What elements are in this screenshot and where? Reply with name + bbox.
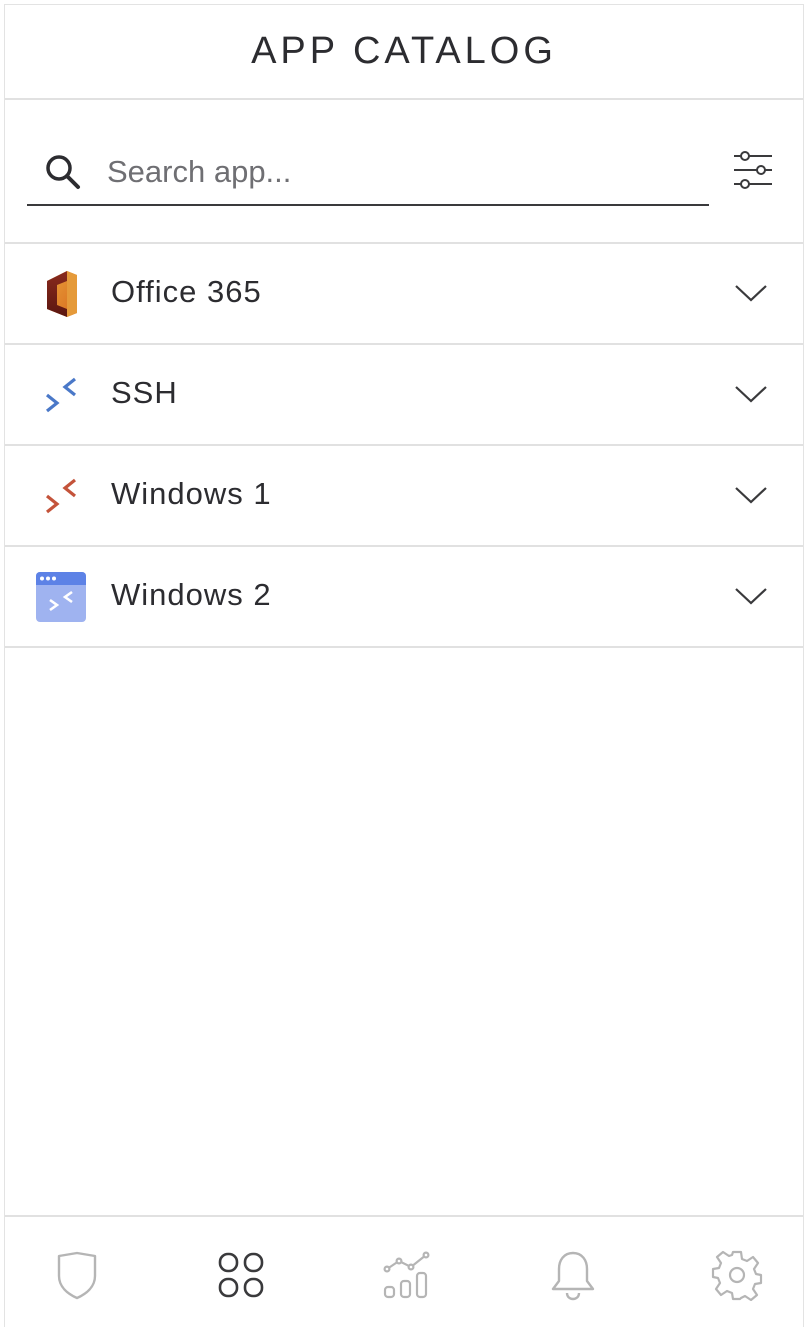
chevron-down-icon[interactable] (733, 379, 769, 409)
page-title: APP CATALOG (251, 30, 557, 72)
app-name: Windows 1 (111, 476, 272, 511)
app-item-ssh[interactable]: SSH (5, 345, 803, 446)
app-item-windows-2[interactable]: Windows 2 (5, 547, 803, 648)
app-item-office-365[interactable]: Office 365 (5, 244, 803, 345)
nav-item-apps[interactable] (215, 1249, 267, 1301)
search-icon (46, 155, 80, 189)
filter-icon[interactable] (731, 148, 775, 192)
bell-icon (551, 1251, 595, 1301)
shield-icon (57, 1251, 97, 1300)
app-frame: APP CATALOG Search app... Office 365 SSH… (4, 4, 804, 1327)
nav-item-notifications[interactable] (547, 1249, 599, 1301)
nav-item-analytics[interactable] (381, 1249, 433, 1301)
chevron-down-icon[interactable] (733, 480, 769, 510)
search-row (5, 100, 803, 244)
chevron-down-icon[interactable] (733, 278, 769, 308)
header: APP CATALOG (5, 5, 803, 100)
remote-connect-orange-icon (35, 470, 87, 522)
analytics-icon (383, 1251, 430, 1299)
apps-grid-icon (218, 1252, 264, 1298)
search-box[interactable] (27, 140, 709, 206)
nav-item-shield[interactable] (51, 1249, 103, 1301)
nav-item-settings[interactable] (711, 1249, 763, 1301)
app-name: Office 365 (111, 274, 262, 309)
app-list: Office 365 SSH Windows 1 Windows 2 (5, 244, 803, 648)
app-item-windows-1[interactable]: Windows 1 (5, 446, 803, 547)
office-365-icon (35, 268, 87, 320)
remote-connect-blue-icon (35, 369, 87, 421)
gear-icon (711, 1250, 763, 1301)
app-name: SSH (111, 375, 178, 410)
app-name: Windows 2 (111, 577, 272, 612)
bottom-nav (5, 1215, 803, 1330)
chevron-down-icon[interactable] (733, 581, 769, 611)
remote-window-icon (35, 571, 87, 623)
search-input[interactable] (105, 153, 669, 191)
